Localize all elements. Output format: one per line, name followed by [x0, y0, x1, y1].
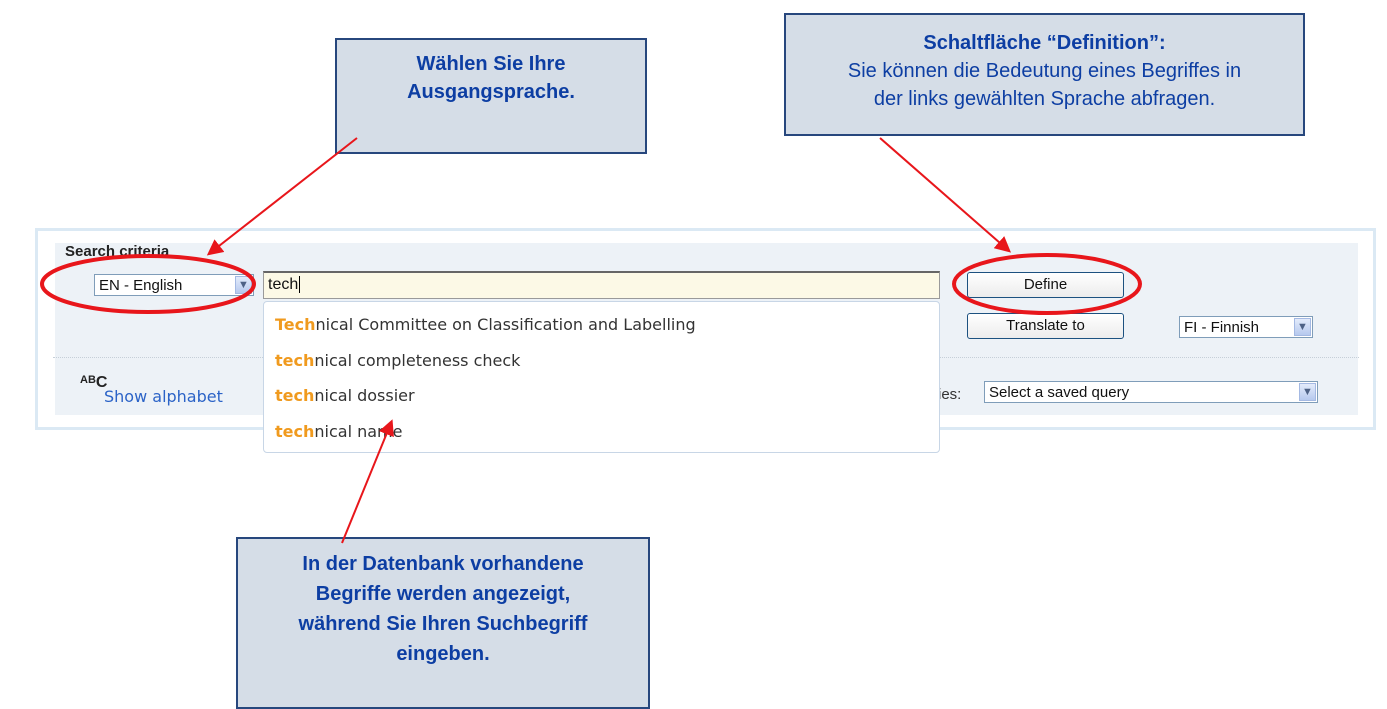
panel-title: Search criteria	[65, 243, 170, 260]
abc-icon-a: A	[80, 374, 88, 386]
chevron-down-icon: ▼	[1299, 383, 1316, 401]
abc-icon-b: B	[87, 374, 96, 386]
suggestion-match: tech	[275, 422, 315, 441]
suggestion-rest: nical name	[314, 422, 403, 441]
suggestion-rest: nical completeness check	[314, 351, 521, 370]
saved-query-value: Select a saved query	[989, 384, 1130, 401]
suggestion-rest: nical dossier	[314, 386, 415, 405]
suggestion-match: Tech	[275, 315, 316, 334]
callout-title: Schaltfläche “Definition”:	[923, 32, 1166, 54]
chevron-down-icon: ▼	[235, 276, 252, 294]
callout-suggestions: In der Datenbank vorhandene Begriffe wer…	[236, 537, 650, 709]
callout-define-button: Schaltfläche “Definition”: Sie können di…	[784, 13, 1305, 136]
source-language-select[interactable]: EN - English ▼	[94, 274, 254, 296]
search-input[interactable]: tech	[263, 271, 940, 299]
define-button[interactable]: Define	[967, 272, 1124, 298]
target-language-select[interactable]: FI - Finnish ▼	[1179, 316, 1313, 338]
suggestion-match: tech	[275, 386, 315, 405]
callout-line: eingeben.	[396, 643, 490, 665]
callout-line: der links gewählten Sprache abfragen.	[873, 88, 1216, 110]
suggestion-item[interactable]: technical name	[275, 422, 402, 441]
search-input-value: tech	[268, 276, 299, 293]
source-language-value: EN - English	[99, 277, 183, 294]
suggestion-list: Technical Committee on Classification an…	[263, 301, 940, 453]
suggestion-item[interactable]: technical completeness check	[275, 351, 520, 370]
saved-query-select[interactable]: Select a saved query ▼	[984, 381, 1318, 403]
suggestion-match: tech	[275, 351, 315, 370]
translate-to-button[interactable]: Translate to	[967, 313, 1124, 339]
chevron-down-icon: ▼	[1294, 318, 1311, 336]
callout-line: Wählen Sie Ihre	[416, 53, 566, 75]
suggestion-item[interactable]: technical dossier	[275, 386, 415, 405]
show-alphabet-link[interactable]: Show alphabet	[104, 387, 223, 406]
suggestion-rest: nical Committee on Classification and La…	[315, 315, 696, 334]
callout-line: während Sie Ihren Suchbegriff	[298, 613, 588, 635]
target-language-value: FI - Finnish	[1184, 319, 1260, 336]
callout-line: Sie können die Bedeutung eines Begriffes…	[847, 60, 1242, 82]
text-cursor	[299, 276, 301, 293]
saved-queries-label: ies:	[938, 386, 962, 403]
callout-line: In der Datenbank vorhandene	[302, 553, 584, 575]
callout-source-language: Wählen Sie Ihre Ausgangsprache.	[335, 38, 647, 154]
suggestion-item[interactable]: Technical Committee on Classification an…	[275, 315, 696, 334]
callout-line: Ausgangsprache.	[407, 81, 575, 103]
callout-line: Begriffe werden angezeigt,	[315, 583, 571, 605]
